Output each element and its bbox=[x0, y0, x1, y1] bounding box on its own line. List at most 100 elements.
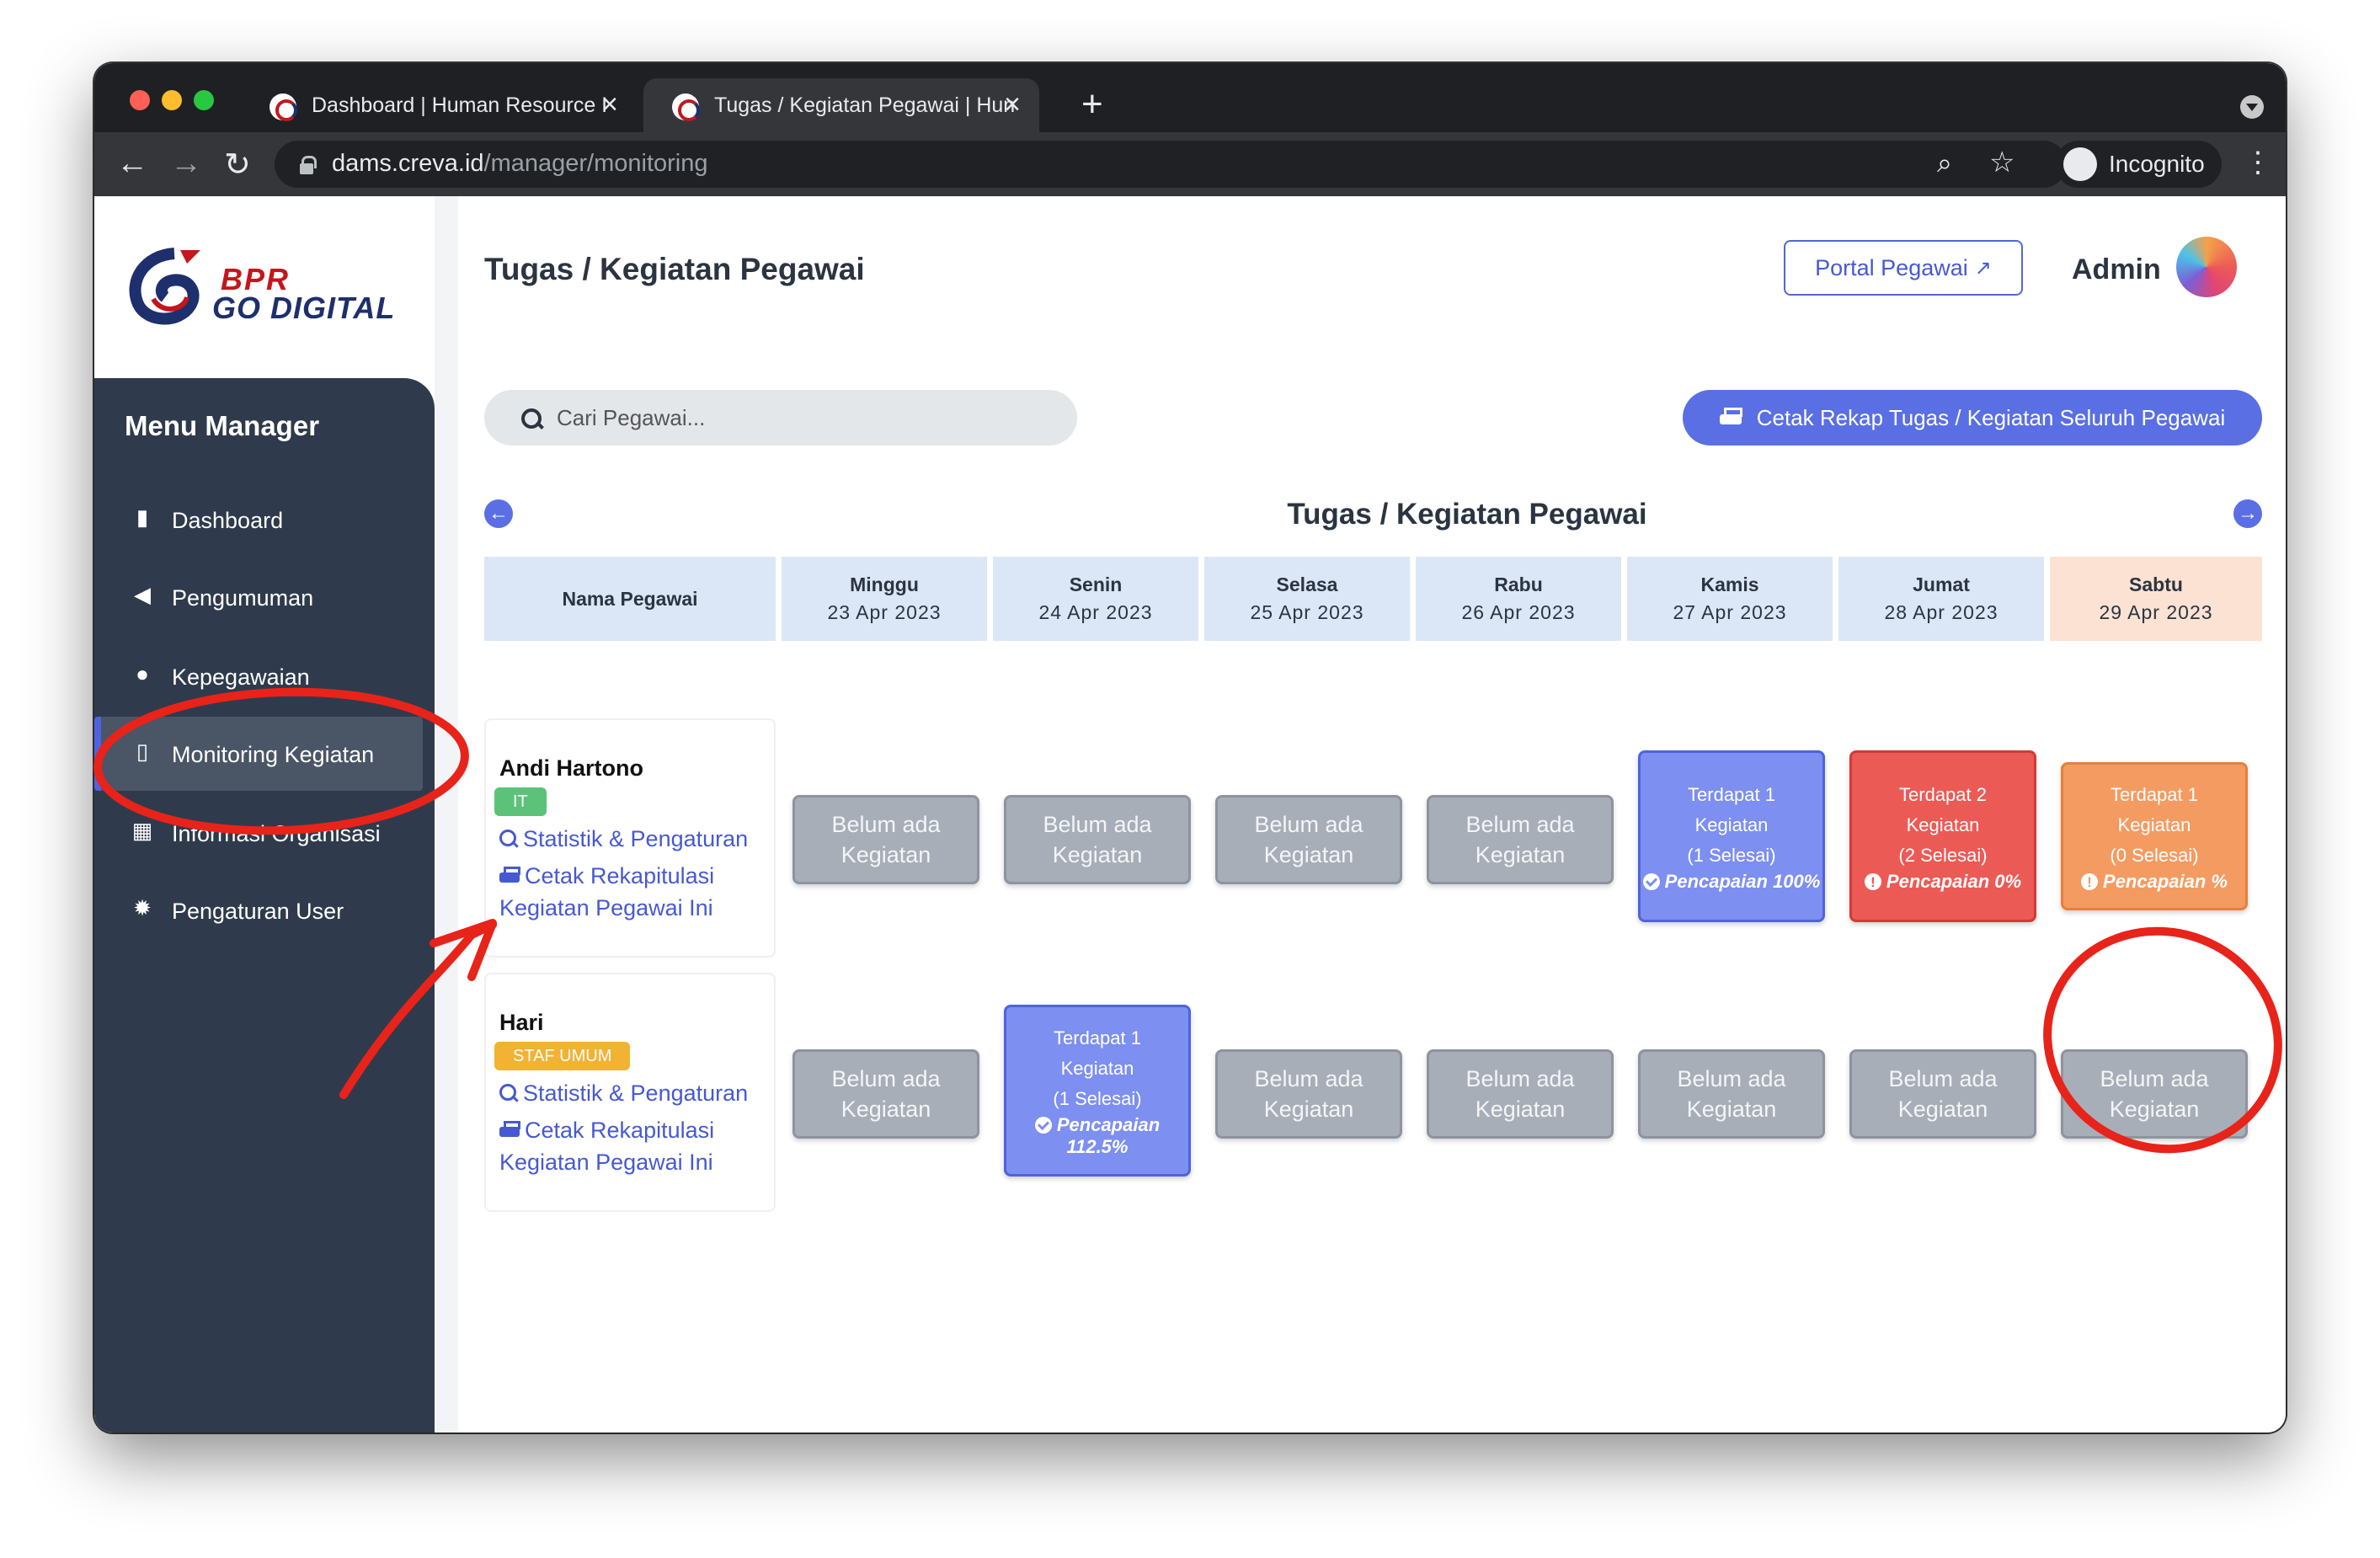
print-all-recap-button[interactable]: Cetak Rekap Tugas / Kegiatan Seluruh Peg… bbox=[1683, 390, 2262, 446]
search-icon bbox=[521, 408, 542, 429]
employee-name: Andi Hartono bbox=[499, 755, 643, 781]
reload-icon[interactable]: ↻ bbox=[224, 146, 251, 184]
cell-text: Terdapat 1 bbox=[1688, 784, 1775, 805]
sidebar-item-dashboard[interactable]: ▮ Dashboard bbox=[94, 483, 423, 557]
users-icon: ● bbox=[136, 661, 149, 686]
sidebar-item-label: Pengaturan User bbox=[172, 899, 344, 924]
forward-arrow-icon[interactable]: → bbox=[170, 146, 202, 182]
cell-text: Belum ada bbox=[1888, 1066, 1998, 1091]
link-label: Kegiatan Pegawai Ini bbox=[499, 895, 713, 920]
cell-text: Belum ada bbox=[1465, 812, 1575, 837]
incognito-label: Incognito bbox=[2109, 151, 2205, 177]
search-icon bbox=[499, 830, 518, 848]
achievement-text: Pencapaian % bbox=[2081, 871, 2228, 894]
browser-window: Dashboard | Human Resource I × Tugas / K… bbox=[94, 63, 2286, 1433]
activity-cell-empty[interactable]: Belum ada Kegiatan bbox=[1427, 1049, 1614, 1139]
statistik-pengaturan-link[interactable]: Statistik & Pengaturan bbox=[499, 823, 748, 855]
megaphone-icon: ◀ bbox=[134, 582, 151, 607]
minimize-window-button[interactable] bbox=[162, 90, 182, 110]
day-date: 23 Apr 2023 bbox=[827, 601, 942, 623]
cell-text: Terdapat 1 bbox=[1054, 1027, 1141, 1048]
tab-search-icon[interactable] bbox=[2240, 95, 2264, 119]
cell-text: Terdapat 1 bbox=[2111, 784, 2198, 805]
activity-cell-empty[interactable]: Belum ada Kegiatan bbox=[792, 795, 979, 884]
sidebar-item-label: Kepegawaian bbox=[172, 664, 310, 690]
activity-cell-empty[interactable]: Belum ada Kegiatan bbox=[792, 1049, 979, 1139]
sidebar-item-kepegawaian[interactable]: ● Kepegawaian bbox=[94, 639, 423, 713]
incognito-indicator[interactable]: Incognito bbox=[2055, 141, 2222, 188]
cell-text: Kegiatan bbox=[2117, 814, 2191, 835]
admin-name[interactable]: Admin bbox=[2072, 253, 2161, 286]
day-date: 25 Apr 2023 bbox=[1250, 601, 1364, 623]
bookmark-star-icon[interactable]: ☆ bbox=[1989, 146, 2014, 179]
schedule-title: Tugas / Kegiatan Pegawai bbox=[1287, 498, 1647, 531]
statistik-pengaturan-link[interactable]: Statistik & Pengaturan bbox=[499, 1077, 748, 1109]
url-text[interactable]: dams.creva.id/manager/monitoring bbox=[332, 150, 708, 178]
activity-cell-empty[interactable]: Belum ada Kegiatan bbox=[1849, 1049, 2036, 1139]
cell-text: Belum ada bbox=[1465, 1066, 1575, 1091]
activity-cell-empty[interactable]: Belum ada Kegiatan bbox=[1004, 795, 1191, 884]
cell-text: Belum ada bbox=[831, 1066, 941, 1091]
search-bar[interactable] bbox=[484, 390, 1077, 446]
activity-cell-completed[interactable]: Terdapat 1 Kegiatan (1 Selesai) Pencapai… bbox=[1638, 750, 1825, 922]
column-header-day: Jumat 28 Apr 2023 bbox=[1838, 557, 2044, 641]
kebab-menu-icon[interactable]: ⋮ bbox=[2244, 146, 2272, 179]
cell-text: (1 Selesai) bbox=[1053, 1088, 1142, 1109]
next-week-arrow-icon[interactable]: → bbox=[2233, 499, 2262, 528]
close-tab-icon[interactable]: × bbox=[601, 88, 618, 121]
cell-text: Kegiatan bbox=[1052, 842, 1143, 867]
activity-cell-empty[interactable]: Belum ada Kegiatan bbox=[1427, 795, 1614, 884]
sidebar-item-pengaturan-user[interactable]: ✹ Pengaturan User bbox=[94, 873, 423, 947]
clipboard-icon: ▮ bbox=[136, 504, 149, 530]
activity-cell-completed[interactable]: Terdapat 1 Kegiatan (1 Selesai) Pencapai… bbox=[1004, 1005, 1191, 1177]
sidebar-item-monitoring-kegiatan[interactable]: ▯ Monitoring Kegiatan bbox=[94, 717, 423, 791]
new-tab-button[interactable]: + bbox=[1081, 83, 1103, 125]
logo[interactable]: BPR GO DIGITAL bbox=[128, 247, 398, 331]
column-header-day: Minggu 23 Apr 2023 bbox=[782, 557, 987, 641]
sidebar-divider bbox=[435, 196, 458, 1433]
prev-week-arrow-icon[interactable]: ← bbox=[484, 499, 513, 528]
day-name: Sabtu bbox=[2129, 574, 2183, 595]
cell-text: Kegiatan bbox=[1694, 814, 1769, 835]
avatar[interactable] bbox=[2176, 237, 2237, 297]
portal-pegawai-button[interactable]: Portal Pegawai ↗ bbox=[1784, 240, 2023, 296]
browser-tab-strip: Dashboard | Human Resource I × Tugas / K… bbox=[94, 63, 2286, 132]
activity-cell-empty[interactable]: Belum ada Kegiatan bbox=[2061, 1049, 2248, 1139]
maximize-window-button[interactable] bbox=[194, 90, 214, 110]
sidebar-item-pengumuman[interactable]: ◀ Pengumuman bbox=[94, 560, 423, 634]
close-window-button[interactable] bbox=[130, 90, 150, 110]
tab-title: Dashboard | Human Resource I bbox=[312, 93, 608, 117]
cetak-rekapitulasi-link[interactable]: Cetak Rekapitulasi Kegiatan Pegawai Ini bbox=[499, 860, 714, 924]
activity-cell-empty[interactable]: Belum ada Kegiatan bbox=[1215, 795, 1402, 884]
department-badge: IT bbox=[494, 787, 547, 816]
printer-icon bbox=[499, 1121, 520, 1139]
url-path: /manager/monitoring bbox=[483, 150, 708, 177]
printer-icon bbox=[499, 867, 520, 885]
achievement-value: Pencapaian % bbox=[2103, 871, 2228, 892]
back-arrow-icon[interactable]: ← bbox=[116, 146, 148, 182]
column-header-label: Nama Pegawai bbox=[562, 587, 698, 610]
day-name: Selasa bbox=[1276, 574, 1338, 595]
gear-icon: ✹ bbox=[133, 895, 152, 920]
printer-icon bbox=[1719, 408, 1742, 428]
cetak-rekapitulasi-link[interactable]: Cetak Rekapitulasi Kegiatan Pegawai Ini bbox=[499, 1114, 714, 1178]
activity-cell-empty[interactable]: Belum ada Kegiatan bbox=[1215, 1049, 1402, 1139]
browser-tab-dashboard[interactable]: Dashboard | Human Resource I × bbox=[241, 78, 637, 132]
cell-text: (0 Selesai) bbox=[2110, 845, 2199, 866]
activity-cell-failed[interactable]: Terdapat 2 Kegiatan (2 Selesai) Pencapai… bbox=[1849, 750, 2036, 922]
activity-cell-pending[interactable]: Terdapat 1 Kegiatan (0 Selesai) Pencapai… bbox=[2061, 762, 2248, 910]
sidebar-item-informasi-organisasi[interactable]: ▦ Informasi Organisasi bbox=[94, 796, 423, 870]
incognito-icon bbox=[2063, 147, 2097, 181]
search-input[interactable] bbox=[557, 390, 1045, 446]
cell-text: Kegiatan bbox=[1263, 1096, 1354, 1122]
logo-swirl-icon bbox=[129, 248, 200, 325]
close-tab-icon[interactable]: × bbox=[1004, 88, 1021, 121]
favicon-icon bbox=[269, 93, 297, 121]
app-root: BPR GO DIGITAL Menu Manager ▮ Dashboard … bbox=[94, 196, 2286, 1433]
favicon-icon bbox=[672, 93, 700, 121]
employee-name: Hari bbox=[499, 1010, 544, 1035]
check-circle-icon bbox=[1034, 1117, 1052, 1134]
zoom-search-icon[interactable]: ⌕ bbox=[1937, 147, 1952, 179]
activity-cell-empty[interactable]: Belum ada Kegiatan bbox=[1638, 1049, 1825, 1139]
browser-tab-tugas[interactable]: Tugas / Kegiatan Pegawai | Hun × bbox=[643, 78, 1039, 132]
